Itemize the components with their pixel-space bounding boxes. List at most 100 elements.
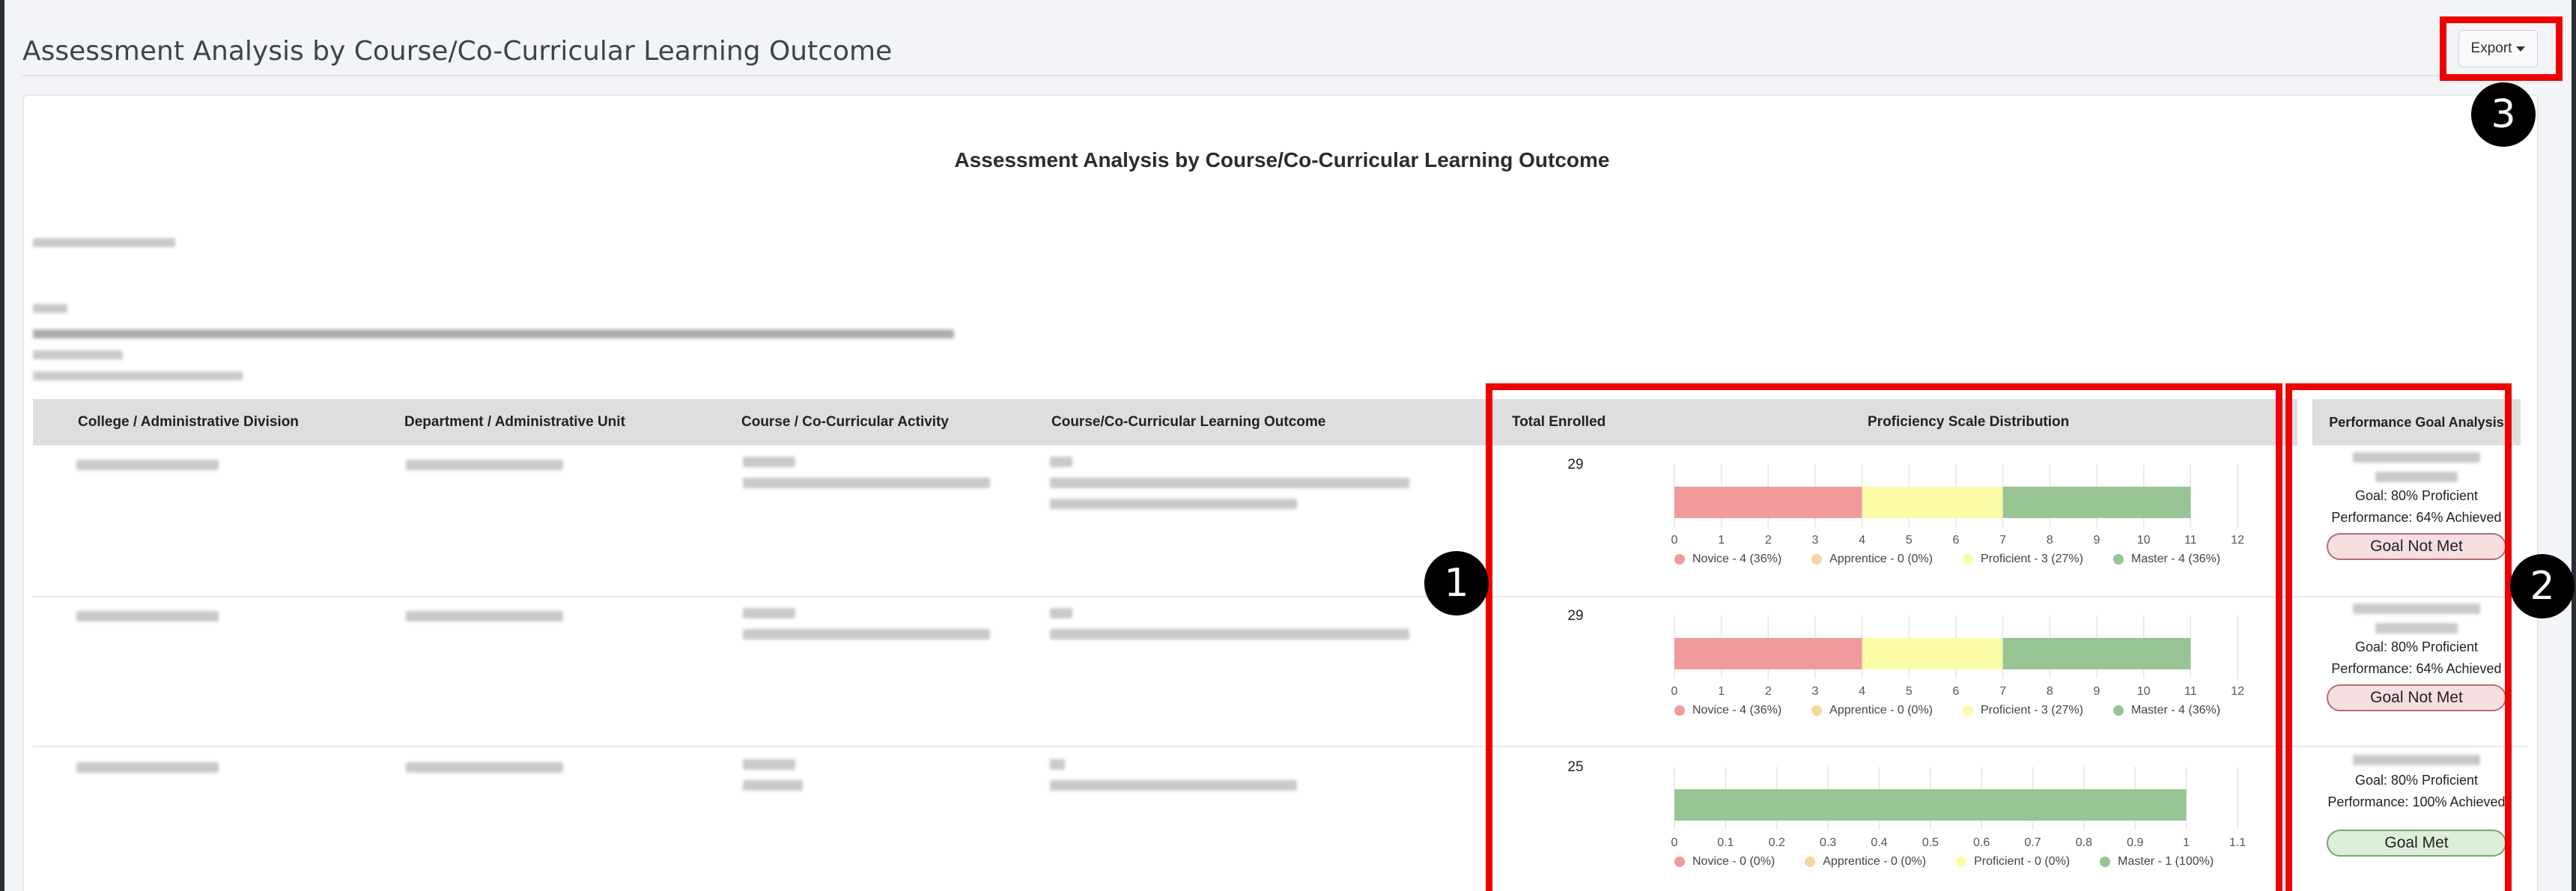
goal-status-badge: Goal Not Met	[2327, 684, 2506, 711]
legend-label: Proficient - 0 (0%)	[1974, 855, 2071, 868]
legend-item-apprentice: Apprentice - 0 (0%)	[1811, 553, 1933, 566]
x-tick-label: 0	[1671, 685, 1678, 698]
legend-label: Master - 4 (36%)	[2130, 553, 2221, 565]
x-tick-label: 7	[1999, 534, 2006, 547]
performance-line: Performance: 64% Achieved	[2331, 510, 2502, 525]
redacted-cell	[1050, 608, 1072, 618]
proficient-dot-icon	[1963, 554, 1973, 565]
proficiency-chart: 0 1 2 3 4 5 6 7 8 9 10 11 12	[1646, 464, 2267, 547]
x-tick-label: 8	[2047, 534, 2053, 547]
x-tick-label: 0.4	[1871, 836, 1887, 849]
redacted-cell	[406, 460, 563, 470]
legend-item-apprentice: Apprentice - 0 (0%)	[1811, 704, 1933, 717]
x-tick-label: 6	[1953, 534, 1960, 547]
x-tick-label: 1	[1718, 534, 1725, 547]
x-tick-label: 10	[2137, 685, 2151, 698]
redacted-text	[33, 238, 175, 247]
performance-line: Performance: 100% Achieved	[2327, 794, 2506, 809]
apprentice-dot-icon	[1811, 554, 1823, 565]
x-tick-label: 12	[2231, 685, 2244, 698]
redacted-cell	[743, 478, 990, 488]
bar-segment-novice	[1674, 638, 1862, 669]
proficiency-chart: 0 1 2 3 4 5 6 7 8 9 10 11 12	[1646, 615, 2267, 698]
col-header-college: College / Administrative Division	[78, 414, 299, 430]
redacted-cell	[2375, 623, 2458, 633]
x-tick-label: 3	[1812, 685, 1819, 698]
x-tick-label: 0.1	[1717, 836, 1734, 849]
legend-label: Master - 1 (100%)	[2118, 855, 2214, 868]
redacted-text	[33, 350, 123, 359]
redacted-cell	[1050, 759, 1065, 770]
performance-line: Performance: 64% Achieved	[2331, 661, 2502, 676]
x-tick-label: 0	[1671, 534, 1678, 547]
export-button[interactable]: Export	[2458, 30, 2538, 67]
x-tick-label: 6	[1953, 685, 1960, 698]
legend-item-proficient: Proficient - 3 (27%)	[1963, 553, 2083, 566]
col-header-goal: Performance Goal Analysis	[2312, 399, 2521, 446]
novice-dot-icon	[1674, 554, 1685, 565]
proficient-dot-icon	[1956, 857, 1967, 867]
proficiency-chart: 0 0.1 0.2 0.3 0.4 0.5 0.6 0.7 0.8 0.9 1 1.1	[1646, 767, 2267, 849]
redacted-text	[33, 304, 67, 313]
x-tick-label: 0	[1671, 836, 1678, 849]
callout-badge-1: 1	[1424, 551, 1489, 615]
legend-item-apprentice: Apprentice - 0 (0%)	[1805, 855, 1926, 869]
report-card: Assessment Analysis by Course/Co-Curricu…	[22, 94, 2539, 891]
redacted-text	[33, 371, 243, 380]
table-header: College / Administrative Division Depart…	[33, 399, 2297, 446]
legend-item-proficient: Proficient - 0 (0%)	[1956, 855, 2070, 869]
redacted-cell	[1050, 478, 1409, 488]
legend-item-master: Master - 4 (36%)	[2112, 704, 2220, 717]
proficiency-chart-svg: 0 1 2 3 4 5 6 7 8 9 10 11 12	[1671, 615, 2244, 698]
x-tick-label: 1	[2183, 836, 2190, 849]
x-tick-label: 0.9	[2127, 836, 2143, 849]
col-header-course: Course / Co-Curricular Activity	[741, 414, 949, 430]
x-tick-label: 4	[1859, 685, 1865, 698]
bar-segment-proficient	[1862, 487, 2003, 518]
title-divider	[22, 75, 2539, 76]
redacted-text	[33, 329, 954, 338]
report-title: Assessment Analysis by Course/Co-Curricu…	[954, 148, 1610, 171]
page-title: Assessment Analysis by Course/Co-Curricu…	[22, 36, 893, 67]
bar-segment-master	[2002, 487, 2191, 518]
redacted-cell	[76, 611, 219, 621]
goal-line: Goal: 80% Proficient	[2354, 639, 2479, 654]
legend-label: Proficient - 3 (27%)	[1981, 704, 2083, 717]
redacted-cell	[2375, 472, 2458, 482]
x-tick-label: 0.5	[1922, 836, 1939, 849]
novice-dot-icon	[1674, 705, 1685, 716]
x-tick-label: 2	[1765, 685, 1772, 698]
bar-segment-proficient	[1862, 638, 2003, 669]
x-tick-label: 7	[1999, 685, 2006, 698]
x-tick-label: 9	[2094, 534, 2100, 547]
export-button-label: Export	[2470, 40, 2512, 56]
proficiency-chart-svg: 0 0.1 0.2 0.3 0.4 0.5 0.6 0.7 0.8 0.9 1 1.1	[1671, 767, 2246, 849]
bar-segment-master	[1674, 789, 2187, 821]
goal-line: Goal: 80% Proficient	[2354, 773, 2479, 788]
master-dot-icon	[2112, 705, 2124, 716]
redacted-cell	[743, 629, 990, 639]
x-tick-label: 11	[2184, 534, 2197, 547]
redacted-cell	[743, 457, 795, 467]
goal-status-badge: Goal Not Met	[2327, 533, 2506, 560]
novice-dot-icon	[1674, 857, 1685, 867]
row-divider	[33, 596, 2527, 597]
chart-legend: Novice - 4 (36%) Apprentice - 0 (0%) Pro…	[1674, 553, 2220, 566]
x-tick-label: 0.7	[2024, 836, 2041, 849]
redacted-cell	[2353, 603, 2480, 614]
legend-item-novice: Novice - 0 (0%)	[1674, 855, 1775, 869]
redacted-cell	[406, 611, 563, 621]
legend-label: Novice - 4 (36%)	[1692, 704, 1782, 717]
x-tick-label: 4	[1859, 534, 1865, 547]
right-window-edge	[2572, 0, 2576, 891]
x-tick-label: 0.3	[1820, 836, 1836, 849]
goal-line: Goal: 80% Proficient	[2354, 488, 2479, 503]
legend-label: Apprentice - 0 (0%)	[1823, 855, 1927, 868]
legend-item-novice: Novice - 4 (36%)	[1674, 553, 1781, 566]
x-tick-label: 1	[1718, 685, 1725, 698]
redacted-cell	[743, 608, 795, 618]
col-header-distribution: Proficiency Scale Distribution	[1868, 414, 2070, 430]
redacted-cell	[1050, 629, 1409, 639]
legend-label: Proficient - 3 (27%)	[1981, 553, 2083, 565]
x-tick-label: 1.1	[2229, 836, 2246, 849]
